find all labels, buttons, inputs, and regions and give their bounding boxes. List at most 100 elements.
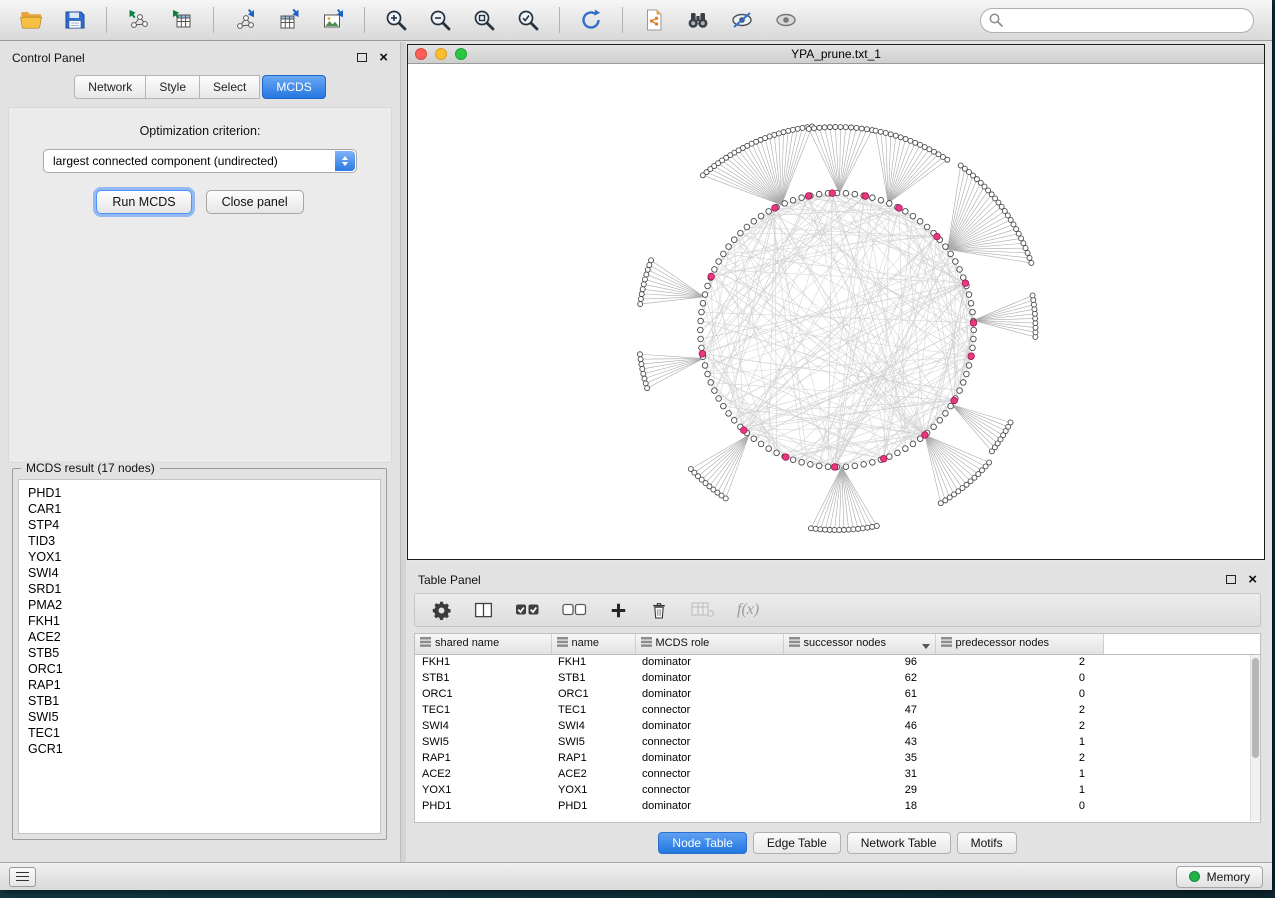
network-node[interactable] [843,190,849,196]
table-row[interactable]: STB1STB1dominator620 [415,670,1260,686]
close-panel-icon[interactable]: × [379,50,388,65]
network-node[interactable] [699,345,705,351]
network-node[interactable] [790,197,796,203]
network-node[interactable] [782,201,788,207]
network-node[interactable] [898,135,903,140]
tab-network-table[interactable]: Network Table [847,832,951,854]
save-session-button[interactable] [54,3,96,37]
column-header-successor-nodes[interactable]: successor nodes [783,634,935,654]
network-node[interactable] [903,209,909,215]
network-node[interactable] [878,197,884,203]
network-hub-node[interactable] [783,454,790,461]
network-node[interactable] [812,126,817,131]
network-node[interactable] [1023,246,1028,251]
network-node[interactable] [918,142,923,147]
network-node[interactable] [641,371,646,376]
network-node[interactable] [640,366,645,371]
network-node[interactable] [964,371,970,377]
network-node[interactable] [758,441,764,447]
mcds-result-item[interactable]: SWI4 [19,565,380,581]
export-image-button[interactable] [312,3,354,37]
network-node[interactable] [808,462,814,468]
export-network-button[interactable] [224,3,266,37]
export-document-button[interactable] [633,3,675,37]
network-node[interactable] [1019,236,1024,241]
network-node[interactable] [700,173,705,178]
network-node[interactable] [970,345,976,351]
network-node[interactable] [827,527,832,532]
mcds-result-item[interactable]: SRD1 [19,581,380,597]
network-canvas[interactable] [408,64,1264,559]
network-node[interactable] [712,388,718,394]
network-node[interactable] [966,292,972,298]
column-header-shared-name[interactable]: shared name [415,634,551,654]
tab-select[interactable]: Select [199,75,260,99]
network-node[interactable] [699,309,705,315]
network-node[interactable] [865,525,870,530]
network-node[interactable] [645,267,650,272]
network-node[interactable] [895,450,901,456]
table-row[interactable]: RAP1RAP1dominator352 [415,750,1260,766]
network-node[interactable] [843,464,849,470]
network-node[interactable] [649,258,654,263]
network-node[interactable] [903,446,909,452]
network-node[interactable] [790,127,795,132]
network-node[interactable] [700,300,706,306]
criterion-select[interactable]: largest connected component (undirected) [43,149,357,173]
network-node[interactable] [813,526,818,531]
table-row[interactable]: SWI4SWI4dominator462 [415,718,1260,734]
zoom-selected-button[interactable] [507,3,549,37]
network-node[interactable] [878,129,883,134]
network-hub-node[interactable] [772,205,779,212]
network-node[interactable] [638,302,643,307]
network-node[interactable] [908,138,913,143]
network-node[interactable] [832,527,837,532]
network-node[interactable] [1025,250,1030,255]
network-node[interactable] [639,362,644,367]
network-node[interactable] [957,388,963,394]
network-node[interactable] [806,126,811,131]
window-maximize-icon[interactable] [455,48,467,60]
network-node[interactable] [971,327,977,333]
run-mcds-button[interactable]: Run MCDS [96,190,191,214]
network-node[interactable] [721,251,727,257]
network-node[interactable] [638,357,643,362]
network-node[interactable] [705,283,711,289]
import-network-button[interactable] [117,3,159,37]
network-node[interactable] [913,140,918,145]
column-header-name[interactable]: name [551,634,635,654]
table-row[interactable]: ACE2ACE2connector311 [415,766,1260,782]
mcds-result-item[interactable]: GCR1 [19,741,380,757]
network-node[interactable] [702,292,708,298]
table-row[interactable]: ORC1ORC1dominator610 [415,686,1260,702]
network-node[interactable] [931,424,937,430]
network-node[interactable] [822,125,827,130]
network-node[interactable] [766,446,772,452]
mcds-result-item[interactable]: PMA2 [19,597,380,613]
column-header-predecessor-nodes[interactable]: predecessor nodes [935,634,1103,654]
network-node[interactable] [864,127,869,132]
network-hub-node[interactable] [805,193,812,200]
network-node[interactable] [799,195,805,201]
network-node[interactable] [870,195,876,201]
network-node[interactable] [924,224,930,230]
network-node[interactable] [774,450,780,456]
find-button[interactable] [677,3,719,37]
network-node[interactable] [640,287,645,292]
tab-mcds[interactable]: MCDS [262,75,325,99]
export-table-button[interactable] [268,3,310,37]
network-node[interactable] [910,213,916,219]
mcds-result-item[interactable]: CAR1 [19,501,380,517]
network-hub-node[interactable] [951,397,958,404]
table-row[interactable]: SWI5SWI5connector431 [415,734,1260,750]
network-node[interactable] [854,125,859,130]
network-node[interactable] [1030,293,1035,298]
table-options-button[interactable] [431,600,452,621]
network-node[interactable] [698,336,704,342]
table-scrollbar[interactable] [1250,655,1260,821]
table-scrollbar-thumb[interactable] [1252,658,1259,758]
mcds-result-item[interactable]: TID3 [19,533,380,549]
network-node[interactable] [723,496,728,501]
mcds-result-item[interactable]: STB1 [19,693,380,709]
network-node[interactable] [726,411,732,417]
